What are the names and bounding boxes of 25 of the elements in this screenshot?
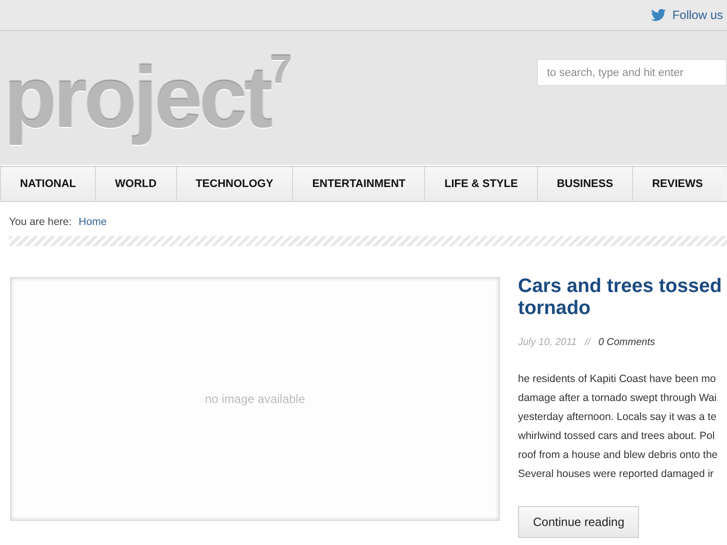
excerpt-line: roof from a house and blew debris onto the [518,448,719,463]
follow-link[interactable]: Follow us [672,8,723,22]
search-field[interactable]: to search, type and hit enter [537,59,727,86]
meta-separator: // [584,337,590,348]
nav-tab[interactable]: NATIONAL [0,167,96,201]
nav-tab[interactable]: ENTERTAINMENT [292,167,424,201]
breadcrumb-label: You are here: [9,216,72,228]
nav-tab[interactable]: WORLD [95,167,176,201]
continue-reading-button[interactable]: Continue reading [518,506,640,538]
nav-tab[interactable]: BUSINESS [536,167,632,201]
post-title[interactable]: tornado [518,297,722,319]
nav-tab[interactable]: TECHNOLOGY [176,167,292,201]
post-date: July 10, 2011 [518,337,577,348]
excerpt-line: he residents of Kapiti Coast have been mo [518,372,717,387]
excerpt-line: Several houses were reported damaged ir [518,467,715,482]
bird-icon [651,9,666,21]
excerpt-line: yesterday afternoon. Locals say it was a te [518,410,718,425]
excerpt-line: damage after a tornado swept through Wai [518,391,718,406]
excerpt-line: whirlwind tossed cars and trees about. Pol [518,429,716,444]
nav-tab[interactable]: REVIEWS [632,167,722,201]
breadcrumb-link[interactable]: Home [78,216,107,228]
nav-tab[interactable]: LIFE & STYLE [424,167,537,201]
comments-link[interactable]: 0 Comments [598,337,655,348]
no-image-text: no image available [204,392,306,406]
post-title[interactable]: Cars and trees tossed [518,275,722,297]
